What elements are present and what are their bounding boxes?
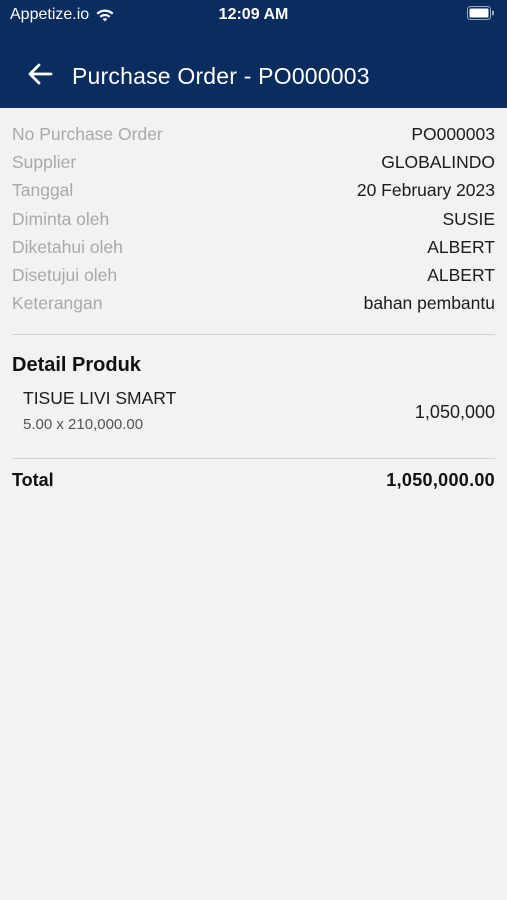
- navigation-bar: Purchase Order - PO000003: [0, 45, 507, 108]
- product-quantity-price: 5.00 x 210,000.00: [23, 416, 144, 433]
- arrow-left-icon: [27, 63, 53, 90]
- info-label: Keterangan: [12, 293, 103, 314]
- info-label: Diketahui oleh: [12, 236, 123, 257]
- info-row-supplier: Supplier GLOBALINDO: [12, 148, 495, 176]
- info-row-keterangan: Keterangan bahan pembantu: [12, 290, 495, 318]
- info-row-disetujui: Disetujui oleh ALBERT: [12, 261, 495, 289]
- back-button[interactable]: [20, 57, 60, 97]
- info-row-diketahui: Diketahui oleh ALBERT: [12, 233, 495, 261]
- info-label: No Purchase Order: [12, 123, 163, 144]
- total-label: Total: [12, 469, 54, 490]
- product-amount: 1,050,000: [414, 402, 495, 422]
- info-value: ALBERT: [427, 236, 495, 257]
- info-label: Supplier: [12, 151, 77, 172]
- header-bar: Appetize.io 12:09 AM Purchase Order - PO…: [0, 0, 507, 108]
- info-value: SUSIE: [442, 208, 495, 229]
- info-value: 20 February 2023: [356, 180, 495, 201]
- product-item: TISUE LIVI SMART 5.00 x 210,000.00 1,050…: [23, 386, 495, 440]
- order-info: No Purchase Order PO000003 Supplier GLOB…: [12, 120, 495, 318]
- info-row-no-po: No Purchase Order PO000003: [12, 120, 495, 148]
- section-title-detail-produk: Detail Produk: [12, 354, 141, 376]
- total-value: 1,050,000.00: [386, 469, 495, 490]
- info-value: PO000003: [411, 123, 495, 144]
- info-row-tanggal: Tanggal 20 February 2023: [12, 177, 495, 205]
- info-label: Disetujui oleh: [12, 265, 118, 286]
- page-title: Purchase Order - PO000003: [72, 63, 370, 89]
- product-name: TISUE LIVI SMART: [23, 388, 177, 408]
- divider: [12, 334, 495, 335]
- status-time: 12:09 AM: [218, 6, 289, 23]
- battery-icon: [467, 6, 495, 21]
- status-bar: Appetize.io 12:09 AM: [0, 0, 507, 30]
- total-row: Total 1,050,000.00: [12, 466, 495, 494]
- info-row-diminta: Diminta oleh SUSIE: [12, 205, 495, 233]
- purchase-order-screen: Appetize.io 12:09 AM Purchase Order - PO…: [0, 0, 507, 900]
- info-label: Diminta oleh: [12, 208, 110, 229]
- divider: [12, 458, 495, 459]
- info-value: ALBERT: [427, 265, 495, 286]
- info-value: GLOBALINDO: [381, 151, 495, 172]
- info-label: Tanggal: [12, 180, 74, 201]
- info-value: bahan pembantu: [363, 293, 495, 314]
